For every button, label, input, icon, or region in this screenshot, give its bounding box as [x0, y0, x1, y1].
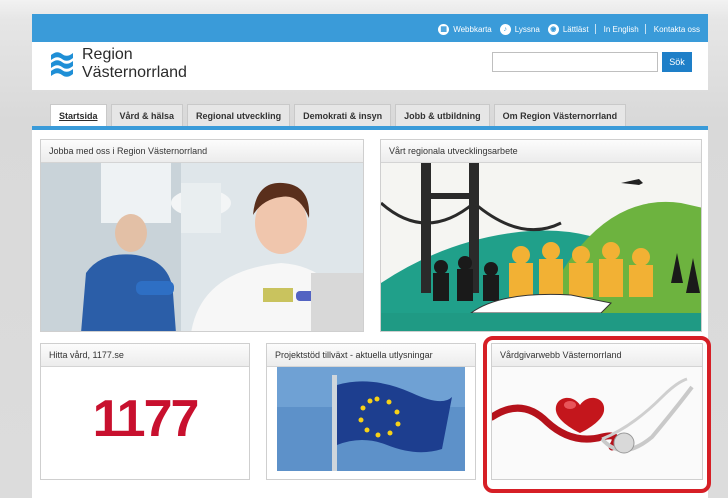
tab-startsida[interactable]: Startsida — [50, 104, 107, 126]
english-label: In English — [603, 24, 639, 34]
dental-staff-photo[interactable] — [41, 163, 363, 331]
logo-band: Region Västernorrland Sök — [32, 42, 708, 90]
card-title: Jobba med oss i Region Västernorrland — [41, 140, 363, 163]
region-logo-icon[interactable] — [50, 49, 74, 79]
search-button[interactable]: Sök — [662, 52, 692, 72]
contact-link[interactable]: Kontakta oss — [654, 25, 700, 34]
listen-icon: ♪ — [499, 23, 511, 35]
tab-jobb-utbildning[interactable]: Jobb & utbildning — [395, 104, 490, 126]
card-title: Projektstöd tillväxt - aktuella utlysnin… — [267, 344, 475, 367]
logo-1177[interactable]: 1177 — [41, 367, 249, 479]
logo-1177-text: 1177 — [92, 390, 200, 448]
easy-read-label: Lättläst — [562, 24, 589, 34]
tab-om-region[interactable]: Om Region Västernorrland — [493, 104, 627, 126]
logo-line-1: Region — [82, 46, 133, 63]
easy-read-link[interactable]: ◉ Lättläst — [547, 23, 589, 35]
tab-regional-utveckling[interactable]: Regional utveckling — [187, 104, 291, 126]
utility-links: ▦ Webbkarta ♪ Lyssna ◉ Lättläst In Engli… — [430, 20, 700, 38]
tab-vard-halsa[interactable]: Vård & hälsa — [110, 104, 184, 126]
tab-demokrati-insyn[interactable]: Demokrati & insyn — [294, 104, 392, 126]
english-link[interactable]: In English — [604, 25, 639, 34]
divider — [644, 24, 646, 34]
contact-label: Kontakta oss — [653, 24, 700, 34]
logo-line-2: Västernorrland — [82, 64, 187, 81]
card-jobs[interactable]: Jobba med oss i Region Västernorrland — [40, 139, 364, 332]
card-projects[interactable]: Projektstöd tillväxt - aktuella utlysnin… — [266, 343, 476, 480]
regional-illustration[interactable] — [381, 163, 701, 331]
sitemap-label: Webbkarta — [453, 24, 492, 34]
divider — [594, 24, 596, 34]
logo-wordmark[interactable]: Region Västernorrland — [82, 46, 187, 82]
sitemap-link[interactable]: ▦ Webbkarta — [438, 23, 492, 35]
site-header: ▦ Webbkarta ♪ Lyssna ◉ Lättläst In Engli… — [32, 14, 708, 90]
highlight-box — [483, 336, 711, 493]
card-title: Hitta vård, 1177.se — [41, 344, 249, 367]
listen-label: Lyssna — [514, 24, 540, 34]
card-title: Vårt regionala utvecklingsarbete — [381, 140, 701, 163]
search-input[interactable] — [492, 52, 658, 72]
eu-flag-photo[interactable] — [277, 367, 465, 471]
sitemap-icon: ▦ — [438, 23, 450, 35]
main-nav: Startsida Vård & hälsa Regional utveckli… — [50, 104, 630, 126]
card-1177[interactable]: Hitta vård, 1177.se 1177 — [40, 343, 250, 480]
easy-read-icon: ◉ — [547, 23, 559, 35]
listen-link[interactable]: ♪ Lyssna — [499, 23, 540, 35]
card-development[interactable]: Vårt regionala utvecklingsarbete — [380, 139, 702, 332]
